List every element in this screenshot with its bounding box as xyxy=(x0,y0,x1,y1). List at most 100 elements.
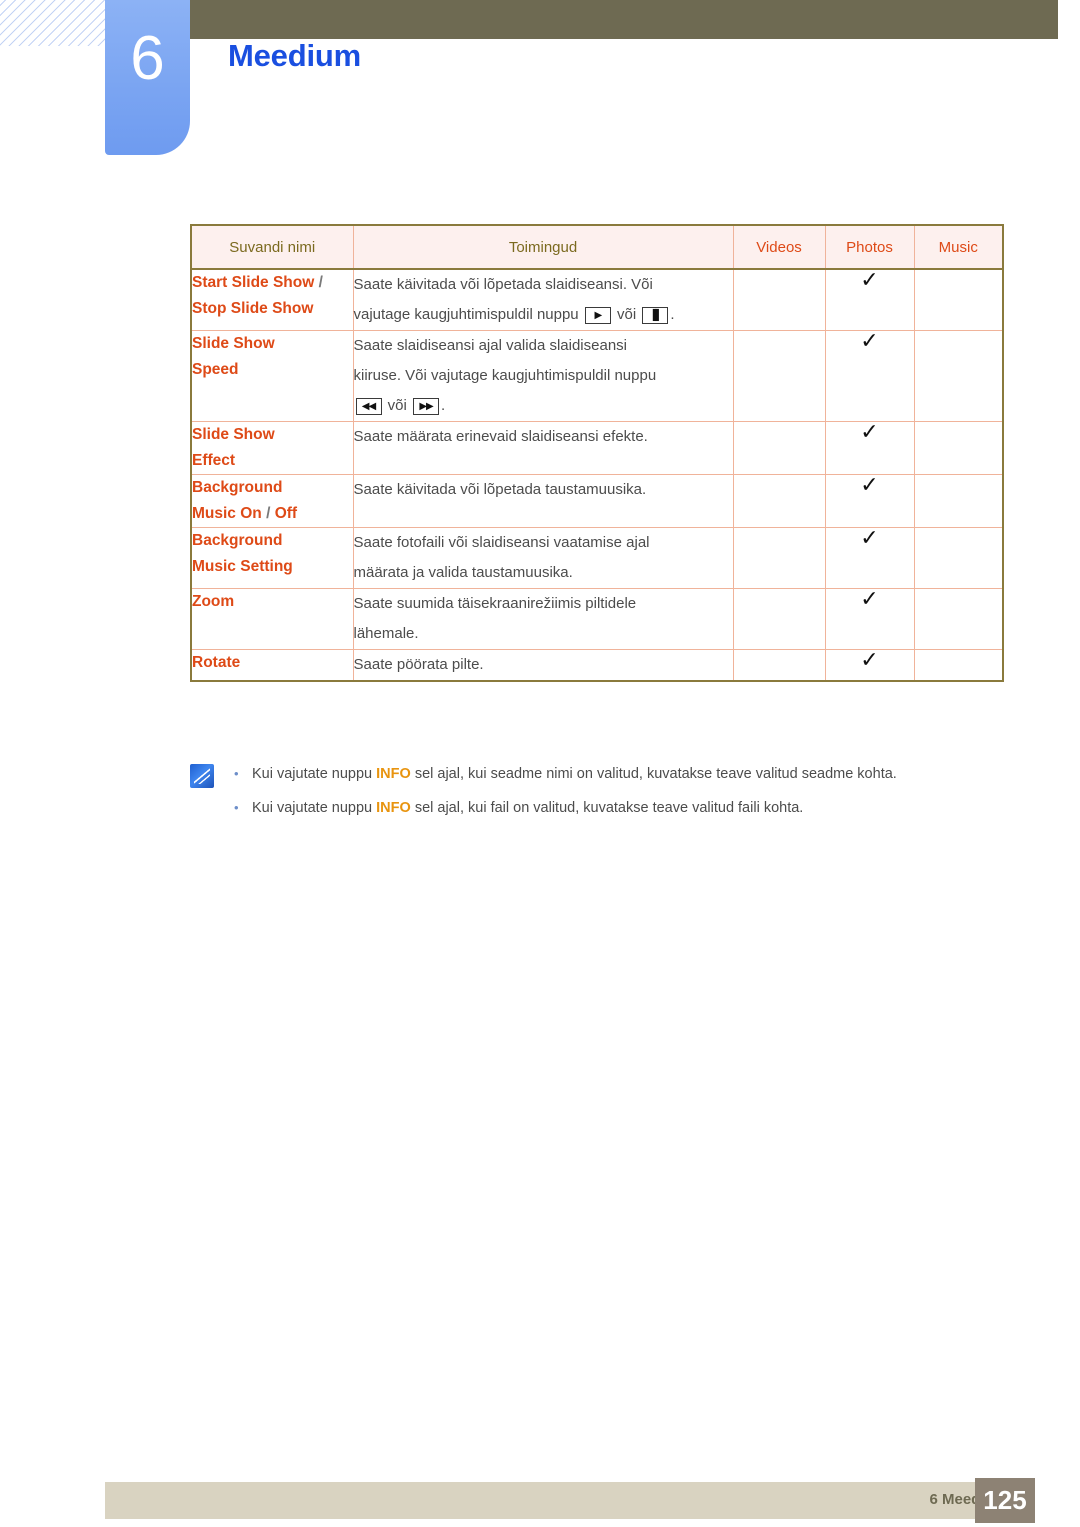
option-name-part-1: Rotate xyxy=(192,654,241,671)
footer-bar xyxy=(105,1482,1035,1519)
checkmark-icon-photos: ✓ xyxy=(860,586,879,611)
checkmark-icon-photos: ✓ xyxy=(860,525,879,550)
option-name-separator: / xyxy=(314,274,323,291)
action-line-1: Saate käivitada või lõpetada slaidiseans… xyxy=(353,276,653,293)
music-support-cell xyxy=(913,421,1004,475)
option-name-cell: Slide Show Effect xyxy=(190,421,354,475)
column-header-option-name: Suvandi nimi xyxy=(190,224,354,270)
note-pen-icon xyxy=(190,764,214,788)
pause-key-icon: ▐▌ xyxy=(642,307,669,324)
option-name-part-2: Effect xyxy=(192,452,236,469)
option-name-cell: Start Slide Show / Stop Slide Show xyxy=(190,268,354,331)
music-support-cell xyxy=(913,330,1004,422)
table-row: Start Slide Show / Stop Slide Show Saate… xyxy=(190,267,1004,331)
column-header-actions: Toimingud xyxy=(352,224,734,270)
action-line-1: Saate suumida täisekraanirežiimis piltid… xyxy=(353,595,637,612)
action-line-2-mid: või xyxy=(612,306,641,323)
videos-support-cell xyxy=(732,421,826,475)
action-line-1: Saate fotofaili või slaidiseansi vaatami… xyxy=(353,534,650,551)
page-number: 125 xyxy=(975,1478,1035,1523)
note-text-pre: Kui vajutate nuppu xyxy=(252,800,377,816)
option-name-part-2: Music Setting xyxy=(192,558,293,575)
option-name-cell: Zoom xyxy=(190,588,354,650)
chapter-number: 6 xyxy=(130,24,165,93)
table-row: Zoom Saate suumida täisekraanirežiimis p… xyxy=(190,586,1004,650)
option-name-cell: Background Music Setting xyxy=(190,527,354,589)
action-line-2-mid: või xyxy=(383,397,412,414)
list-item: Kui vajutate nuppu INFO sel ajal, kui fa… xyxy=(234,794,1002,822)
action-line-2-post: . xyxy=(441,397,446,414)
column-header-videos: Videos xyxy=(732,224,826,270)
option-name-part-1: Slide Show xyxy=(192,335,275,352)
photos-support-cell: ✓ xyxy=(824,525,915,589)
action-line-1: Saate slaidiseansi ajal valida slaidisea… xyxy=(353,337,628,354)
videos-support-cell xyxy=(732,588,826,650)
action-line-1: Saate käivitada või lõpetada taustamuusi… xyxy=(353,481,647,498)
option-name-part-1: Background xyxy=(192,532,283,549)
option-name-cell: Background Music On / Off xyxy=(190,474,354,528)
action-line-2-post: . xyxy=(670,306,675,323)
note-list: Kui vajutate nuppu INFO sel ajal, kui se… xyxy=(190,760,1002,822)
checkmark-icon-photos: ✓ xyxy=(860,419,879,444)
action-description-cell: Saate määrata erinevaid slaidiseansi efe… xyxy=(352,421,734,475)
note-text-post: sel ajal, kui seadme nimi on valitud, ku… xyxy=(410,766,897,782)
checkmark-icon-photos: ✓ xyxy=(860,267,879,292)
options-table-wrapper: Suvandi nimi Toimingud Videos Photos Mus… xyxy=(190,224,1004,682)
music-support-cell xyxy=(913,588,1004,650)
rewind-key-icon: ◀◀ xyxy=(355,398,382,415)
action-description-cell: Saate käivitada või lõpetada slaidiseans… xyxy=(352,268,734,331)
list-item: Kui vajutate nuppu INFO sel ajal, kui se… xyxy=(234,760,1002,788)
action-line-2: lähemale. xyxy=(353,625,419,642)
photos-support-cell: ✓ xyxy=(824,647,915,682)
photos-support-cell: ✓ xyxy=(824,419,915,475)
music-support-cell xyxy=(913,649,1004,682)
table-row: Rotate Saate pöörata pilte. ✓ xyxy=(190,647,1004,682)
fastforward-key-icon: ▶▶ xyxy=(413,398,440,415)
option-name-part-1: Background xyxy=(192,479,283,496)
info-button-badge: INFO xyxy=(376,766,411,782)
option-name-part-1: Zoom xyxy=(192,593,235,610)
videos-support-cell xyxy=(732,527,826,589)
checkmark-icon-photos: ✓ xyxy=(860,472,879,497)
action-description-cell: Saate pöörata pilte. xyxy=(352,649,734,682)
checkmark-icon-photos: ✓ xyxy=(860,328,879,353)
column-header-music: Music xyxy=(913,224,1004,270)
table-row: Background Music Setting Saate fotofaili… xyxy=(190,525,1004,589)
videos-support-cell xyxy=(732,649,826,682)
videos-support-cell xyxy=(732,474,826,528)
photos-support-cell: ✓ xyxy=(824,267,915,331)
action-description-cell: Saate käivitada või lõpetada taustamuusi… xyxy=(352,474,734,528)
action-description-cell: Saate slaidiseansi ajal valida slaidisea… xyxy=(352,330,734,422)
play-key-icon: ▶ xyxy=(584,307,611,324)
option-name-part-1: Start Slide Show xyxy=(192,274,315,291)
note-block: Kui vajutate nuppu INFO sel ajal, kui se… xyxy=(190,760,1002,828)
note-text-post: sel ajal, kui fail on valitud, kuvatakse… xyxy=(410,800,804,816)
note-text-pre: Kui vajutate nuppu xyxy=(252,766,377,782)
page-title: Meedium xyxy=(228,38,361,73)
info-button-badge: INFO xyxy=(376,800,411,816)
action-line-1: Saate määrata erinevaid slaidiseansi efe… xyxy=(353,428,648,445)
option-name-cell: Rotate xyxy=(190,649,354,682)
videos-support-cell xyxy=(732,268,826,331)
videos-support-cell xyxy=(732,330,826,422)
photos-support-cell: ✓ xyxy=(824,328,915,422)
photos-support-cell: ✓ xyxy=(824,472,915,528)
music-support-cell xyxy=(913,474,1004,528)
option-name-part-2: Speed xyxy=(192,361,239,378)
option-name-separator: / xyxy=(261,505,275,522)
option-name-part-2: Stop Slide Show xyxy=(192,300,314,317)
checkmark-icon-photos: ✓ xyxy=(860,647,879,672)
action-line-2-pre: kiiruse. Või vajutage kaugjuhtimispuldil… xyxy=(353,367,657,384)
table-row: Background Music On / Off Saate käivitad… xyxy=(190,472,1004,528)
option-name-cell: Slide Show Speed xyxy=(190,330,354,422)
action-description-cell: Saate suumida täisekraanirežiimis piltid… xyxy=(352,588,734,650)
action-line-2: määrata ja valida taustamuusika. xyxy=(353,564,573,581)
action-line-2-pre: vajutage kaugjuhtimispuldil nuppu xyxy=(353,306,583,323)
music-support-cell xyxy=(913,527,1004,589)
action-description-cell: Saate fotofaili või slaidiseansi vaatami… xyxy=(352,527,734,589)
table-header-row: Suvandi nimi Toimingud Videos Photos Mus… xyxy=(190,224,1004,270)
table-row: Slide Show Speed Saate slaidiseansi ajal… xyxy=(190,328,1004,422)
column-header-photos: Photos xyxy=(824,224,915,270)
media-options-table: Suvandi nimi Toimingud Videos Photos Mus… xyxy=(190,224,1004,682)
action-line-1: Saate pöörata pilte. xyxy=(353,656,484,673)
